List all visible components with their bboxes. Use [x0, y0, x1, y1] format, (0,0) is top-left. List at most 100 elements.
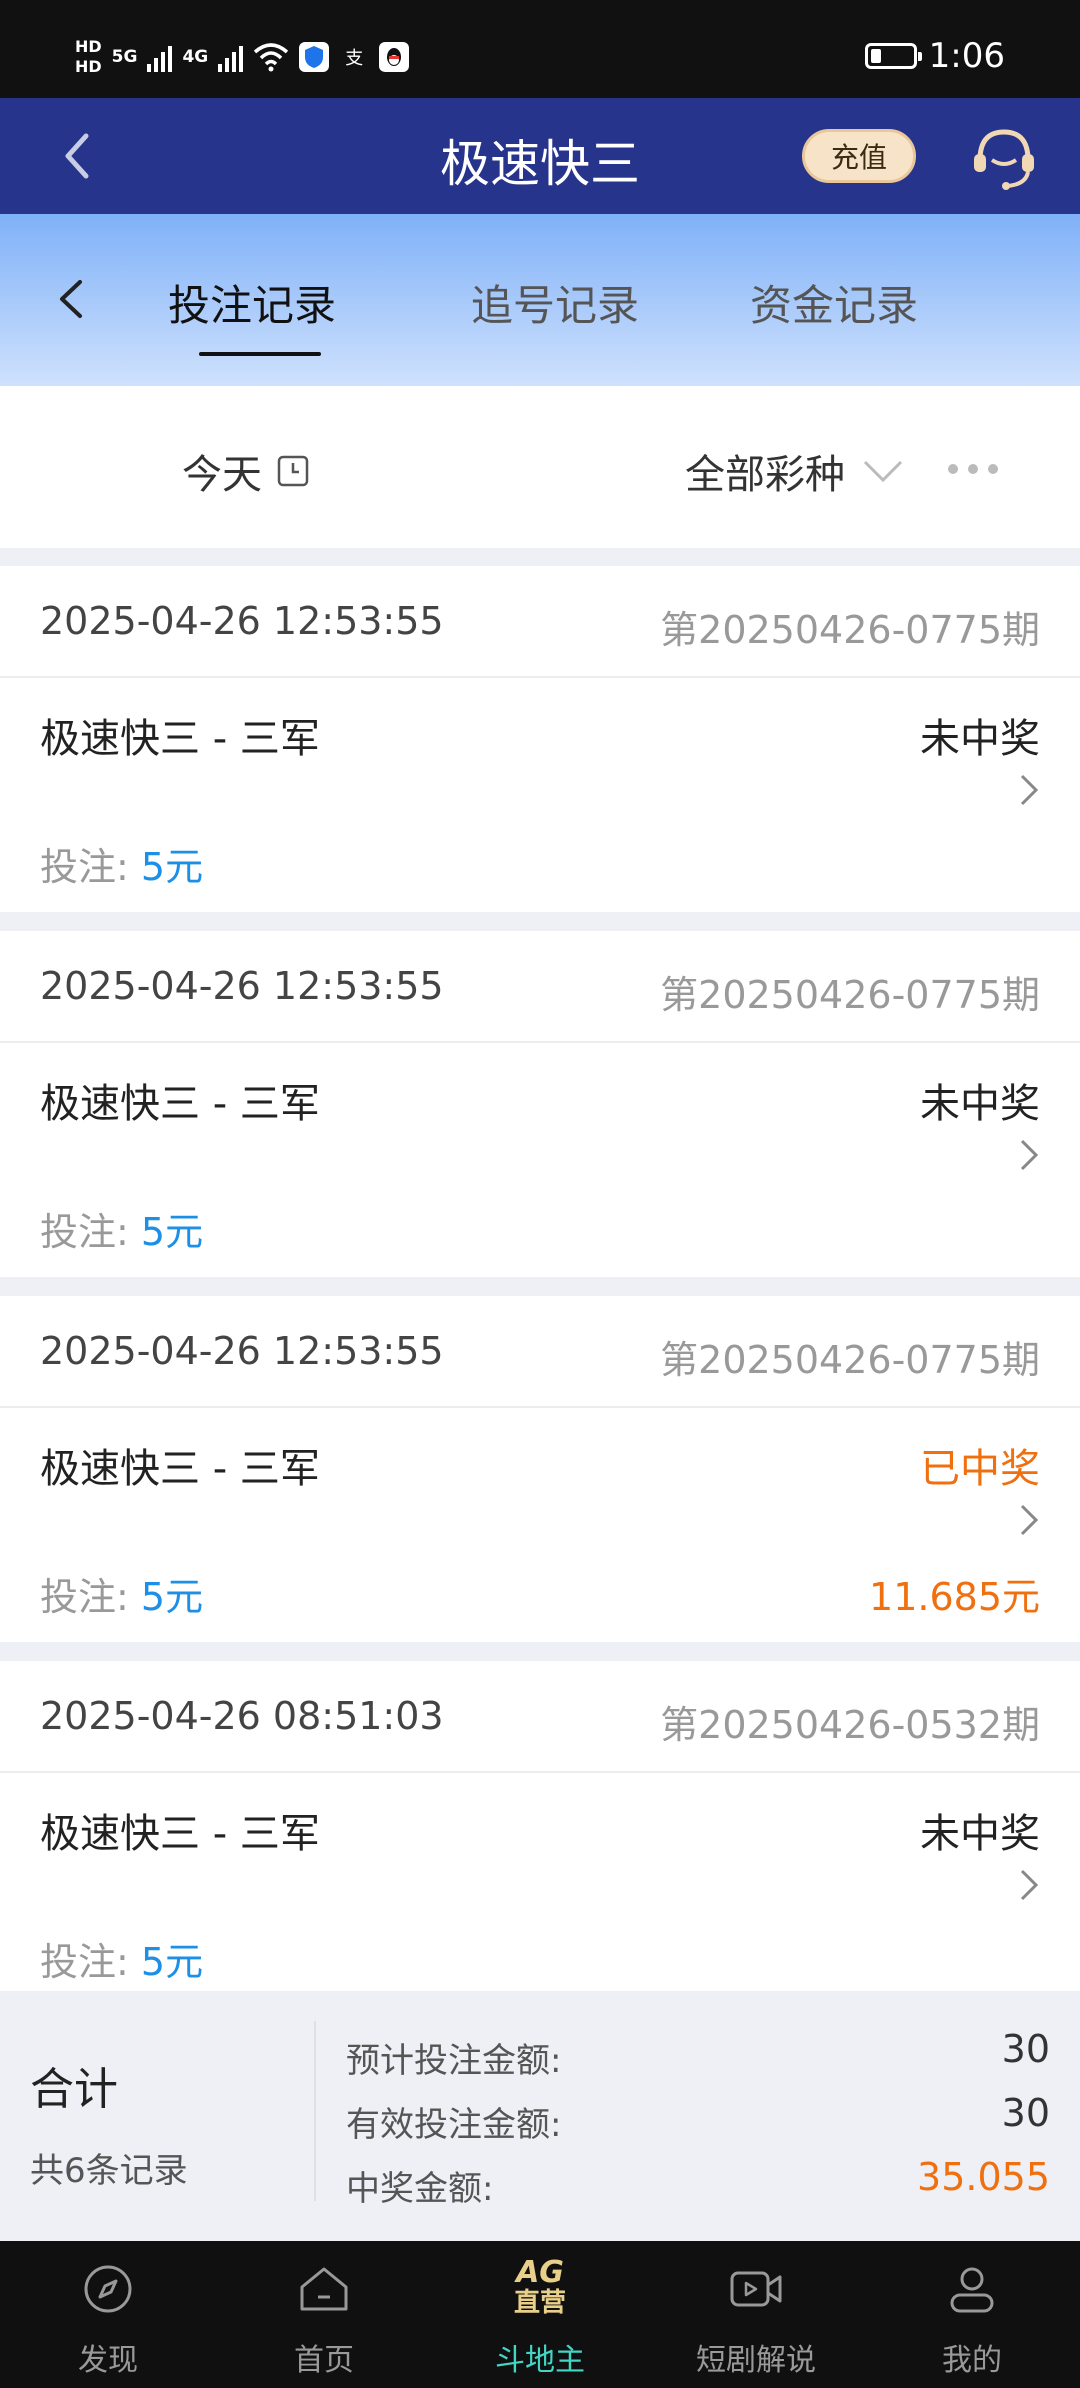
summary-record-count: 共6条记录 — [30, 2151, 188, 2191]
signal-bars-icon — [218, 42, 244, 72]
nav-home-label: 首页 — [294, 2343, 354, 2378]
record-issue: 第20250426-0532期 — [660, 1703, 1040, 1747]
nav-doudizhu[interactable]: AG 直营 斗地主 — [432, 2241, 648, 2388]
record-game-name: 极速快三 - 三军 — [40, 1811, 320, 1857]
status-right: 1:06 — [864, 36, 1005, 76]
date-filter[interactable]: 今天 — [182, 442, 310, 500]
status-bar: HD HD 5G 4G 支 1:06 — [0, 0, 1080, 98]
tab-fund-records[interactable]: 资金记录 — [750, 272, 918, 333]
record-game-name: 极速快三 - 三军 — [40, 716, 320, 762]
date-filter-label: 今天 — [182, 452, 262, 498]
alipay-glyph: 支 — [345, 48, 364, 69]
record-header: 2025-04-26 12:53:55 第20250426-0775期 — [0, 566, 1080, 678]
record-tabs-bar: 投注记录 追号记录 资金记录 — [0, 214, 1080, 386]
hd-label-1: HD — [75, 37, 102, 56]
network-4g-label: 4G — [182, 47, 209, 67]
top-nav-bar: 极速快三 充值 — [0, 98, 1080, 214]
record-header: 2025-04-26 08:51:03 第20250426-0532期 — [0, 1661, 1080, 1773]
bet-record-card[interactable]: 2025-04-26 08:51:03 第20250426-0532期 极速快三… — [0, 1661, 1080, 1991]
ag-logo-top: AG — [516, 2255, 564, 2290]
nav-mine[interactable]: 我的 — [864, 2241, 1080, 2388]
recharge-button[interactable]: 充值 — [802, 129, 916, 183]
chevron-left-icon[interactable] — [48, 274, 98, 324]
valid-bet-value: 30 — [1001, 2091, 1050, 2135]
shield-app-icon — [299, 42, 330, 72]
lottery-type-label: 全部彩种 — [685, 452, 845, 498]
nav-discover[interactable]: 发现 — [0, 2241, 216, 2388]
ag-logo: AG 直营 — [505, 2255, 575, 2318]
record-game-name: 极速快三 - 三军 — [40, 1081, 320, 1127]
nav-discover-label: 发现 — [78, 2343, 138, 2378]
chevron-right-icon — [1020, 1869, 1039, 1901]
battery-icon — [864, 43, 922, 69]
lottery-type-filter[interactable]: 全部彩种 — [685, 442, 905, 500]
status-left: HD HD 5G 4G 支 — [75, 32, 410, 82]
page-title: 极速快三 — [440, 135, 640, 193]
user-icon — [950, 2267, 994, 2313]
tab-chase-records[interactable]: 追号记录 — [471, 272, 639, 333]
valid-bet-label: 有效投注金额: — [346, 2105, 562, 2145]
record-status: 已中奖 — [920, 1446, 1040, 1492]
record-issue: 第20250426-0775期 — [660, 973, 1040, 1017]
bet-label: 投注: — [40, 1210, 129, 1254]
hd-indicator: HD HD — [75, 37, 102, 77]
bet-label: 投注: — [40, 845, 129, 889]
chevron-right-icon — [1020, 1139, 1039, 1171]
bet-record-card[interactable]: 2025-04-26 12:53:55 第20250426-0775期 极速快三… — [0, 931, 1080, 1277]
record-prize: 11.685元 — [869, 1575, 1040, 1619]
expected-bet-label: 预计投注金额: — [346, 2041, 562, 2081]
bet-label: 投注: — [40, 1940, 129, 1984]
ag-logo-bottom: 直营 — [513, 2288, 566, 2318]
alipay-icon: 支 — [339, 42, 369, 72]
nav-doudizhu-label: 斗地主 — [495, 2343, 585, 2378]
nav-short-drama-label: 短剧解说 — [696, 2343, 816, 2378]
chevron-right-icon — [1020, 774, 1039, 806]
summary-divider — [314, 2021, 316, 2201]
bet-amount: 5元 — [140, 1940, 204, 1984]
record-datetime: 2025-04-26 12:53:55 — [40, 964, 444, 1008]
active-tab-indicator — [199, 352, 321, 356]
record-bet: 投注: 5元 — [40, 1201, 203, 1256]
record-datetime: 2025-04-26 12:53:55 — [40, 1329, 444, 1373]
network-5g-label: 5G — [111, 47, 138, 67]
record-datetime: 2025-04-26 12:53:55 — [40, 599, 444, 643]
record-bet: 投注: 5元 — [40, 1566, 203, 1621]
calendar-icon — [277, 455, 309, 487]
expected-bet-value: 30 — [1001, 2027, 1050, 2071]
tab-bet-records[interactable]: 投注记录 — [168, 272, 336, 333]
compass-icon — [84, 2265, 132, 2313]
bottom-nav: 发现 首页 AG 直营 斗地主 短剧解说 我的 — [0, 2241, 1080, 2388]
record-header: 2025-04-26 12:53:55 第20250426-0775期 — [0, 1296, 1080, 1408]
wifi-icon — [254, 43, 289, 72]
qq-icon — [379, 42, 410, 72]
summary-expected-row: 预计投注金额: 30 — [346, 2027, 1050, 2082]
record-issue: 第20250426-0775期 — [660, 608, 1040, 652]
record-status: 未中奖 — [920, 1081, 1040, 1127]
record-bet: 投注: 5元 — [40, 1931, 203, 1986]
clock: 1:06 — [928, 36, 1005, 76]
record-game-name: 极速快三 - 三军 — [40, 1446, 320, 1492]
more-options-icon[interactable] — [948, 464, 998, 474]
record-datetime: 2025-04-26 08:51:03 — [40, 1694, 444, 1738]
record-status: 未中奖 — [920, 716, 1040, 762]
home-icon — [300, 2267, 348, 2311]
bet-record-card[interactable]: 2025-04-26 12:53:55 第20250426-0775期 极速快三… — [0, 566, 1080, 912]
record-header: 2025-04-26 12:53:55 第20250426-0775期 — [0, 931, 1080, 1043]
record-bet: 投注: 5元 — [40, 836, 203, 891]
bet-amount: 5元 — [140, 1210, 204, 1254]
summary-panel: 合计 共6条记录 预计投注金额: 30 有效投注金额: 30 中奖金额: 35.… — [0, 1991, 1080, 2241]
nav-short-drama[interactable]: 短剧解说 — [648, 2241, 864, 2388]
record-status: 未中奖 — [920, 1811, 1040, 1857]
bet-record-card[interactable]: 2025-04-26 12:53:55 第20250426-0775期 极速快三… — [0, 1296, 1080, 1642]
bet-amount: 5元 — [140, 845, 204, 889]
bet-amount: 5元 — [140, 1575, 204, 1619]
prize-label: 中奖金额: — [346, 2169, 494, 2209]
customer-service-icon[interactable] — [968, 122, 1040, 194]
prize-value: 35.055 — [917, 2155, 1050, 2199]
nav-home[interactable]: 首页 — [216, 2241, 432, 2388]
signal-bars-icon — [147, 42, 173, 72]
summary-title: 合计 — [30, 2064, 118, 2115]
bet-label: 投注: — [40, 1575, 129, 1619]
chevron-down-icon — [863, 460, 903, 483]
summary-prize-row: 中奖金额: 35.055 — [346, 2155, 1050, 2210]
